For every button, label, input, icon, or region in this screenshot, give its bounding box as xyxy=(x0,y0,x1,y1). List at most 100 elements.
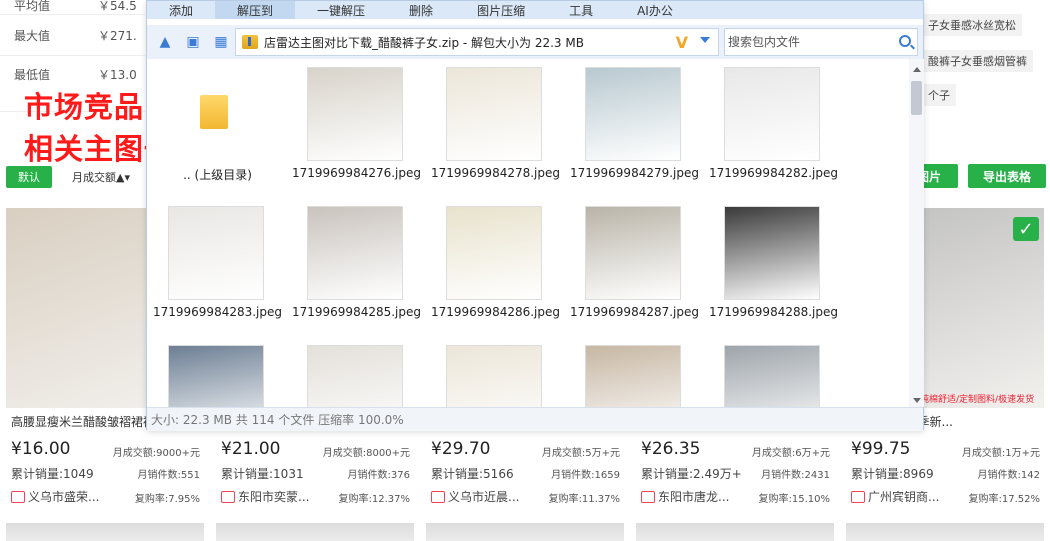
archive-file-grid: .. (上级目录) 1719969984276.jpeg 1719969984278… xyxy=(147,59,909,407)
archive-menubar: 添加 解压到 一键解压 删除 图片压缩 工具 AI办公 xyxy=(147,1,923,19)
stats-label: 平均值 xyxy=(14,0,51,13)
chevron-down-icon[interactable] xyxy=(700,37,710,43)
sort-month-amount-button[interactable]: 月成交额▲▾ xyxy=(72,169,130,185)
details-view-icon[interactable]: ▣ xyxy=(183,32,203,52)
keyword-tag[interactable]: 子女垂感冰丝宽松 xyxy=(922,14,1022,36)
file-item[interactable] xyxy=(148,337,287,407)
shop-icon xyxy=(641,490,655,503)
file-item[interactable]: 1719969984288.jpeg xyxy=(704,198,843,333)
scroll-up-icon[interactable] xyxy=(913,67,921,72)
stats-value: ￥271. xyxy=(98,28,137,43)
archive-path-field[interactable]: 店雷达主图对比下载_醋酸裤子女.zip - 解包大小为 22.3 MB V xyxy=(235,28,719,56)
file-name: 1719969984287.jpeg xyxy=(569,305,700,319)
file-name: 1719969984286.jpeg xyxy=(430,305,561,319)
product-price: ¥16.00 xyxy=(11,439,71,459)
shop-link[interactable]: 东阳市奕蒙... xyxy=(221,488,309,505)
file-name: .. (上级目录) xyxy=(183,168,252,182)
stats-label: 最大值 xyxy=(14,28,51,43)
file-item[interactable] xyxy=(565,337,704,407)
month-quantity: 月销件数:376 xyxy=(347,470,410,481)
file-item[interactable]: 1719969984279.jpeg xyxy=(565,59,704,194)
stats-value: ￥54.5 xyxy=(98,0,137,13)
stats-value: ￥13.0 xyxy=(98,68,137,82)
month-amount: 月成交额:9000+元 xyxy=(112,448,200,459)
month-amount: 月成交额:1万+元 xyxy=(961,448,1040,459)
file-item[interactable] xyxy=(704,337,843,407)
file-name: 1719969984285.jpeg xyxy=(291,305,422,319)
image-thumbnail xyxy=(585,67,681,161)
shop-name: 义乌市近晨... xyxy=(448,490,520,504)
path-toolbar: ▲ ▣ ▦ 店雷达主图对比下载_醋酸裤子女.zip - 解包大小为 22.3 M… xyxy=(147,25,923,59)
v-logo-icon[interactable]: V xyxy=(676,33,688,52)
zip-file-icon xyxy=(242,35,258,49)
shop-name: 义乌市盛荣... xyxy=(28,490,100,504)
file-item[interactable]: 1719969984287.jpeg xyxy=(565,198,704,333)
product-card[interactable] xyxy=(6,523,204,541)
shop-name: 东阳市唐龙... xyxy=(658,490,730,504)
repurchase-rate: 复购率:17.52% xyxy=(968,494,1041,505)
file-name: 1719969984283.jpeg xyxy=(152,305,283,319)
file-item[interactable]: 1719969984286.jpeg xyxy=(426,198,565,333)
folder-shape xyxy=(200,95,228,129)
archive-search-box[interactable] xyxy=(724,28,918,56)
archive-scrollbar[interactable] xyxy=(909,59,924,407)
export-table-button[interactable]: 导出表格 xyxy=(968,164,1046,188)
product-card[interactable] xyxy=(846,523,1044,541)
archive-path-text: 店雷达主图对比下载_醋酸裤子女.zip - 解包大小为 22.3 MB xyxy=(264,35,584,50)
file-item[interactable] xyxy=(426,337,565,407)
file-item[interactable]: 1719969984278.jpeg xyxy=(426,59,565,194)
screen: 平均值 ￥54.5 最大值 ￥271. 最低值 ￥13.0 市场竞品 相关主图一… xyxy=(0,0,1050,541)
scroll-thumb[interactable] xyxy=(911,81,922,115)
keyword-tag[interactable]: 个子 xyxy=(922,84,956,106)
shop-link[interactable]: 义乌市近晨... xyxy=(431,488,519,505)
repurchase-rate: 复购率:12.37% xyxy=(338,494,411,505)
menu-image-compress[interactable]: 图片压缩 xyxy=(455,1,547,19)
image-thumbnail xyxy=(446,345,542,407)
file-item[interactable]: 1719969984282.jpeg xyxy=(704,59,843,194)
archive-status-bar: 大小: 22.3 MB 共 114 个文件 压缩率 100.0% xyxy=(147,407,923,431)
file-item[interactable]: 1719969984283.jpeg xyxy=(148,198,287,333)
menu-delete[interactable]: 删除 xyxy=(387,1,455,19)
thumbnail-view-icon[interactable]: ▦ xyxy=(211,32,231,52)
product-price: ¥29.70 xyxy=(431,439,491,459)
month-amount: 月成交额:8000+元 xyxy=(322,448,410,459)
keyword-tag[interactable]: 酸裤子女垂感烟管裤 xyxy=(922,50,1033,72)
promo-text-line1: 市场竞品 xyxy=(24,90,145,124)
scroll-down-icon[interactable] xyxy=(913,398,921,403)
stats-row: 最大值 ￥271. xyxy=(0,15,145,56)
shop-link[interactable]: 东阳市唐龙... xyxy=(641,488,729,505)
product-price: ¥26.35 xyxy=(641,439,701,459)
menu-add[interactable]: 添加 xyxy=(147,1,215,19)
file-item[interactable] xyxy=(287,337,426,407)
shop-icon xyxy=(851,490,865,503)
archive-search-input[interactable] xyxy=(728,35,888,49)
file-item[interactable]: 1719969984276.jpeg xyxy=(287,59,426,194)
shop-link[interactable]: 义乌市盛荣... xyxy=(11,488,99,505)
product-card[interactable] xyxy=(426,523,624,541)
menu-tools[interactable]: 工具 xyxy=(547,1,615,19)
product-card[interactable] xyxy=(636,523,834,541)
shop-link[interactable]: 广州宾钥商... xyxy=(851,488,939,505)
menu-one-click-extract[interactable]: 一键解压 xyxy=(295,1,387,19)
file-name: 1719969984279.jpeg xyxy=(569,166,700,180)
menu-ai-office[interactable]: AI办公 xyxy=(615,1,695,19)
sort-bar: 默认 月成交额▲▾ xyxy=(6,166,130,188)
product-card[interactable] xyxy=(216,523,414,541)
image-thumbnail xyxy=(446,206,542,300)
file-item[interactable]: 1719969984285.jpeg xyxy=(287,198,426,333)
up-arrow-icon[interactable]: ▲ xyxy=(155,32,175,52)
image-thumbnail xyxy=(307,345,403,407)
file-name: 1719969984282.jpeg xyxy=(708,166,839,180)
month-amount: 月成交额:6万+元 xyxy=(751,448,830,459)
archive-window: 添加 解压到 一键解压 删除 图片压缩 工具 AI办公 ▲ ▣ ▦ 店雷达主图对… xyxy=(146,0,924,431)
repurchase-rate: 复购率:15.10% xyxy=(758,494,831,505)
image-thumbnail xyxy=(724,67,820,161)
shop-icon xyxy=(431,490,445,503)
search-icon[interactable] xyxy=(899,35,911,47)
parent-folder-item[interactable]: .. (上级目录) xyxy=(148,59,287,194)
sort-default-button[interactable]: 默认 xyxy=(6,166,52,188)
file-name: 1719969984278.jpeg xyxy=(430,166,561,180)
menu-extract-to[interactable]: 解压到 xyxy=(215,1,296,19)
selected-check-icon[interactable]: ✓ xyxy=(1013,217,1039,241)
image-thumbnail xyxy=(307,67,403,161)
